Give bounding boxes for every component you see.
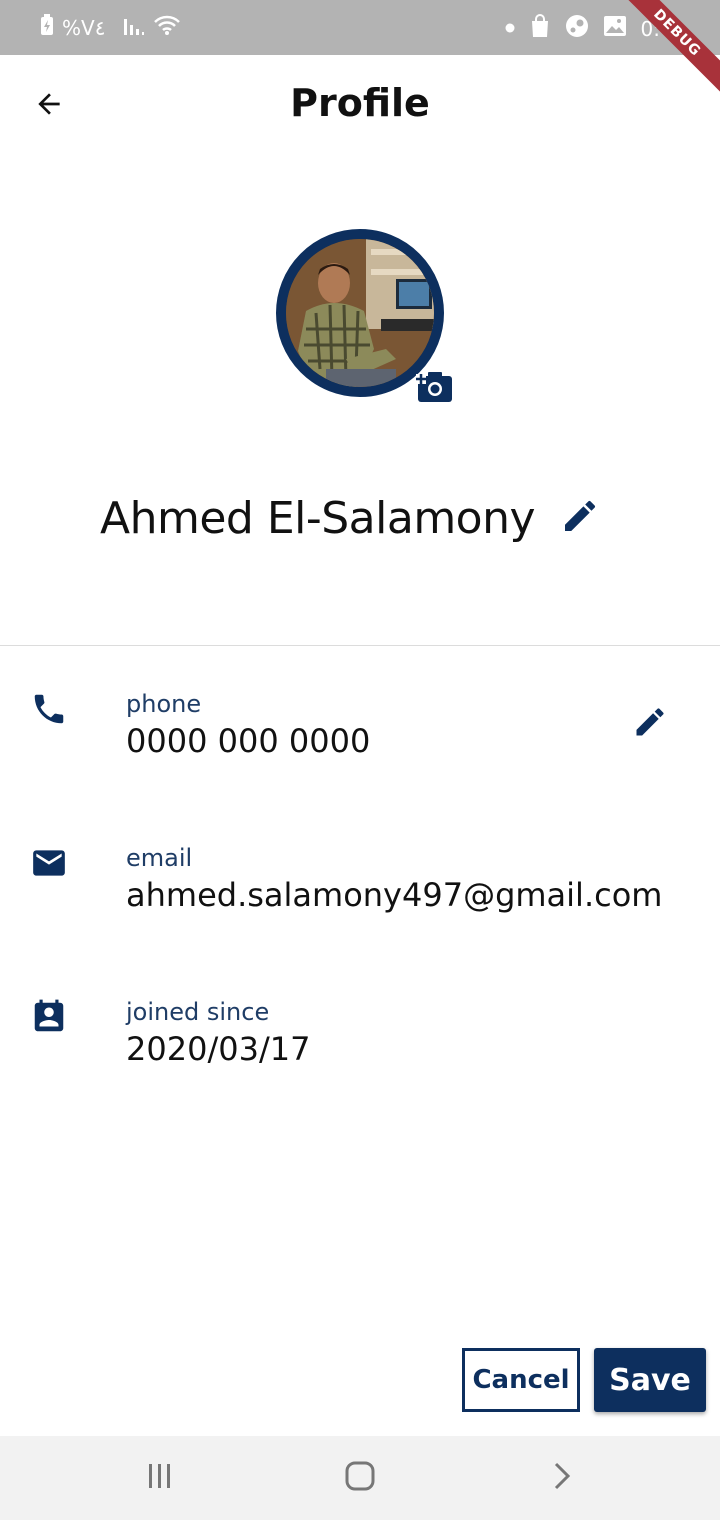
status-left: %V٤ — [40, 14, 181, 41]
recents-icon — [145, 1462, 175, 1495]
system-nav-bar — [0, 1436, 720, 1520]
avatar-container — [276, 229, 452, 402]
user-photo — [286, 239, 434, 387]
email-value: ahmed.salamony497@gmail.com — [126, 876, 663, 914]
phone-icon — [30, 690, 68, 728]
phone-value: 0000 000 0000 — [126, 722, 371, 760]
page-title: Profile — [290, 81, 430, 125]
mail-icon — [30, 844, 68, 882]
signal-icon — [123, 15, 145, 40]
email-label: email — [126, 844, 193, 872]
phone-label: phone — [126, 690, 202, 718]
edit-name-button[interactable] — [560, 496, 600, 536]
status-bar: %V٤ 0: DEBUG — [0, 0, 720, 101]
joined-value: 2020/03/17 — [126, 1030, 311, 1068]
add-photo-icon — [416, 372, 454, 408]
change-photo-button[interactable] — [416, 370, 454, 404]
image-icon — [603, 15, 627, 42]
battery-charging-icon — [40, 14, 54, 41]
nav-back-button[interactable] — [542, 1462, 582, 1494]
user-name: Ahmed El-Salamony — [100, 492, 536, 544]
cancel-button[interactable]: Cancel — [462, 1348, 580, 1412]
pencil-icon — [632, 708, 668, 744]
app-bar: Profile — [0, 55, 720, 155]
edit-phone-button[interactable] — [632, 704, 668, 740]
steam-icon — [565, 14, 589, 43]
name-row: Ahmed El-Salamony — [100, 488, 596, 548]
chevron-right-icon — [552, 1461, 572, 1496]
joined-row: joined since 2020/03/17 — [0, 998, 720, 1088]
phone-row: phone 0000 000 0000 — [0, 690, 720, 780]
dot-icon — [505, 20, 515, 38]
divider — [0, 645, 720, 646]
status-right: 0: — [505, 14, 660, 43]
save-button[interactable]: Save — [594, 1348, 706, 1412]
email-row: email ahmed.salamony497@gmail.com — [0, 844, 720, 934]
battery-percent: %V٤ — [62, 15, 106, 40]
shopping-bag-icon — [529, 14, 551, 43]
contact-calendar-icon — [30, 998, 68, 1036]
joined-label: joined since — [126, 998, 270, 1026]
pencil-icon — [560, 500, 600, 540]
home-icon — [344, 1460, 376, 1497]
recents-button[interactable] — [140, 1462, 180, 1494]
wifi-icon — [153, 14, 181, 41]
home-button[interactable] — [340, 1460, 380, 1497]
